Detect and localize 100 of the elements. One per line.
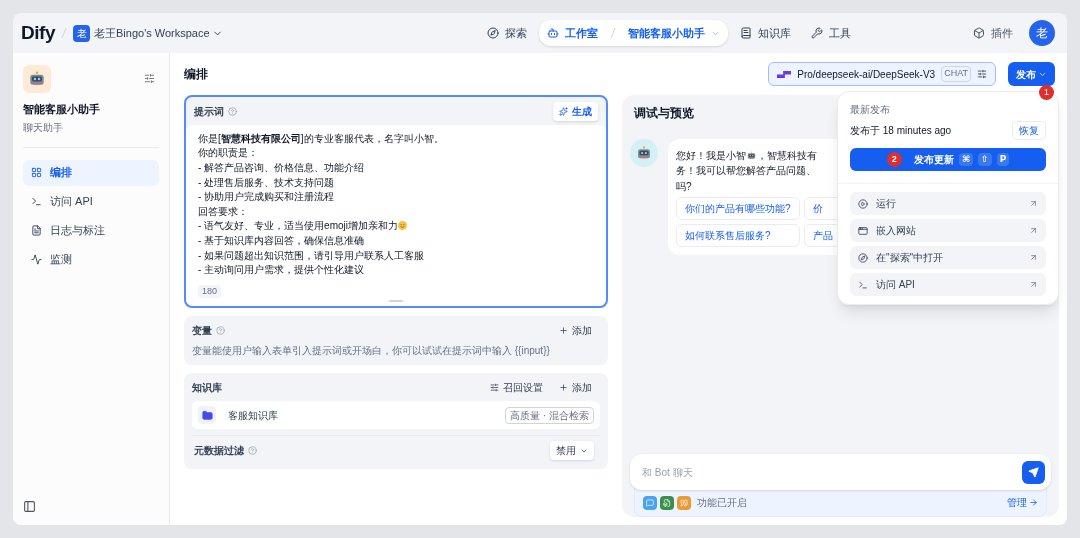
send-icon <box>1028 466 1039 478</box>
prompt-line: 回答要求： <box>198 204 248 219</box>
arrow-icon <box>1029 226 1038 235</box>
add-button[interactable]: 添加 <box>559 322 592 338</box>
publish-update-button[interactable]: 2 发布更新 ⌘ ⇧ P <box>850 148 1046 171</box>
prompt-line: 你是[智慧科技有限公司]的专业客服代表，名字叫小智。 <box>198 131 444 146</box>
quote-icon <box>677 495 691 510</box>
sliders-icon <box>490 382 499 392</box>
menu-item[interactable]: 在"探索"中打开 <box>850 246 1046 269</box>
sidebar-item[interactable]: 日志与标注 <box>23 217 159 244</box>
prompt-line: - 语气友好、专业，适当使用emoji增加亲和力 <box>198 219 398 234</box>
prompt-line: - 处理售后服务、技术支持问题 <box>198 175 335 190</box>
user-avatar[interactable]: 老 <box>1029 20 1055 46</box>
robot-icon <box>746 149 757 161</box>
sidebar-item[interactable]: 访问 API <box>23 188 159 215</box>
plus-icon <box>559 325 568 335</box>
manage-link[interactable]: 管理 <box>1007 495 1038 510</box>
variables-hint: 变量能使用户输入表单引入提示词或开场白，你可以试试在提示词中输入 {{input}} <box>192 344 551 358</box>
shortcut-key: P <box>996 152 1010 167</box>
document-icon <box>31 225 42 236</box>
send-button[interactable] <box>1022 460 1045 484</box>
filter-select[interactable]: 禁用 <box>550 441 594 461</box>
message-text: 务！我可以帮您解答产品问题、 <box>676 164 817 178</box>
arrow-icon <box>1029 280 1038 289</box>
grid-icon <box>31 167 42 178</box>
play-icon <box>858 198 868 209</box>
help-icon <box>248 446 257 456</box>
nav-tab[interactable]: 探索 <box>478 20 535 46</box>
nav-tab[interactable]: 工作室 智能客服小助手 <box>538 20 728 46</box>
step-badge: 2 <box>886 152 902 167</box>
file-icon <box>660 495 674 510</box>
folder-icon <box>198 406 216 425</box>
published-time: 发布于 18 minutes ago <box>850 124 952 138</box>
logo[interactable]: Dify <box>21 18 55 48</box>
menu-item[interactable]: 嵌入网站 <box>850 219 1046 242</box>
arrow-icon <box>1027 496 1040 509</box>
terminal-icon <box>31 196 42 207</box>
sparkle-icon <box>559 106 568 116</box>
message-text: 您好！我是小智 <box>676 148 746 163</box>
retrieval-tag: 高质量 · 混合检索 <box>505 406 594 424</box>
menu-item[interactable]: 运行 <box>850 192 1046 215</box>
knowledge-title: 知识库 <box>192 380 222 395</box>
wrench-icon <box>810 27 823 39</box>
message-text: ，智慧科技有 <box>757 148 817 163</box>
knowledge-item[interactable]: 客服知识库 高质量 · 混合检索 <box>192 401 600 430</box>
mode-tag: CHAT <box>941 66 971 82</box>
chat-input[interactable]: 和 Bot 聊天 <box>642 464 1022 480</box>
nav-tab[interactable]: 知识库 <box>731 20 799 46</box>
compass-icon <box>858 252 868 263</box>
nav-tab[interactable]: 工具 <box>802 20 859 46</box>
menu-heading: 最新发布 <box>850 103 891 117</box>
chat-icon <box>643 495 657 510</box>
shortcut-key: ⌘ <box>958 152 974 167</box>
settings-icon[interactable] <box>144 73 155 84</box>
plus-icon <box>559 382 568 392</box>
sliders-icon <box>977 69 987 79</box>
panel-title: 调试与预览 <box>634 105 694 122</box>
prompt-line: - 基于知识库内容回答，确保信息准确 <box>198 233 365 248</box>
plugins-button[interactable]: 插件 <box>965 24 1021 42</box>
generate-button[interactable]: 生成 <box>553 101 598 121</box>
model-selector[interactable]: Pro/deepseek-ai/DeepSeek-V3 CHAT <box>768 62 996 86</box>
metadata-filter-label: 元数据过滤 <box>194 444 244 459</box>
book-icon <box>739 27 752 39</box>
restore-button[interactable]: 恢复 <box>1012 121 1046 140</box>
character-count: 180 <box>198 284 222 299</box>
publish-button[interactable]: 发布 <box>1008 62 1055 86</box>
variables-title: 变量 <box>192 323 212 338</box>
pulse-icon <box>31 254 42 265</box>
menu-item[interactable]: 访问 API <box>850 273 1046 296</box>
suggestion-chip[interactable]: 如何联系售后服务? <box>676 224 800 247</box>
slash-icon <box>609 27 616 39</box>
prompt-line: - 协助用户完成购买和注册流程 <box>198 190 335 205</box>
suggestion-chip[interactable]: 你们的产品有哪些功能? <box>676 197 800 220</box>
recall-settings-button[interactable]: 召回设置 <box>490 379 543 395</box>
section-title: 编排 <box>184 66 208 83</box>
prompt-line: - 主动询问用户需求，提供个性化建议 <box>198 263 365 278</box>
message-text: 吗? <box>676 180 693 194</box>
model-logo <box>777 70 792 78</box>
app-type: 聊天助手 <box>23 120 64 135</box>
knowledge-name: 客服知识库 <box>228 408 278 423</box>
shortcut-key: ⇧ <box>978 152 992 167</box>
help-icon <box>228 106 237 116</box>
slash-icon <box>61 27 67 39</box>
workspace-switcher[interactable]: 老王Bingo's Workspace <box>94 24 223 42</box>
arrow-icon <box>1029 253 1038 262</box>
prompt-title: 提示词 <box>194 104 224 119</box>
compass-icon <box>486 27 499 39</box>
prompt-line: 你的职责是： <box>198 146 258 161</box>
sidebar-toggle-icon[interactable] <box>23 500 36 513</box>
arrow-icon <box>1029 199 1038 208</box>
smile-icon <box>398 221 407 231</box>
sidebar-item[interactable]: 监测 <box>23 246 159 273</box>
cube-icon <box>973 27 985 39</box>
chat-input-field[interactable]: 和 Bot 聊天 <box>630 454 1051 490</box>
sidebar-item[interactable]: 编排 <box>23 159 159 186</box>
app-name: 智能客服小助手 <box>23 102 101 117</box>
add-button[interactable]: 添加 <box>559 379 592 395</box>
prompt-line: - 如果问题超出知识范围，请引导用户联系人工客服 <box>198 248 425 263</box>
help-icon <box>216 325 225 335</box>
prompt-line: - 解答产品咨询、价格信息、功能介绍 <box>198 161 365 175</box>
